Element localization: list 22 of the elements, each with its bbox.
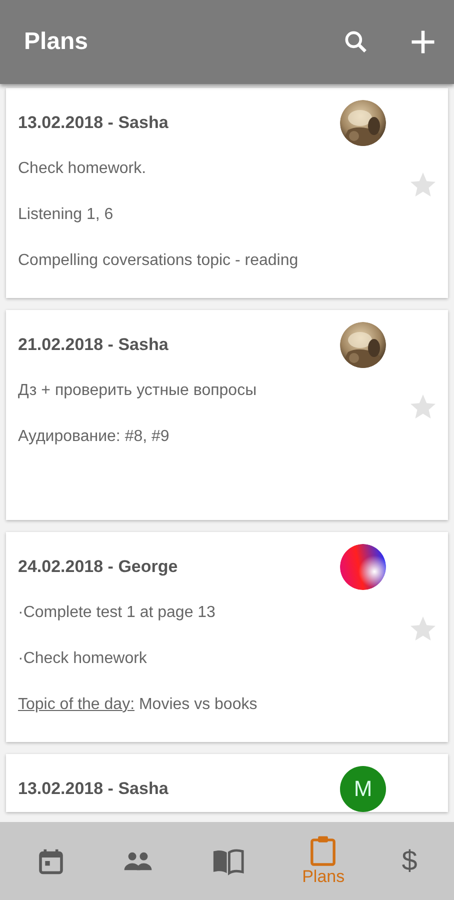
plan-card[interactable]: 21.02.2018 - Sasha Дз + проверить устные вопросы Аудирование: #8, #9 [6, 310, 448, 520]
dollar-icon: $ [402, 846, 418, 876]
plan-line: Аудирование: #8, #9 [18, 427, 170, 447]
plan-line: Topic of the day: Movies vs books [18, 695, 258, 715]
app-title: Plans [24, 28, 88, 56]
nav-tab[interactable]: $ [392, 840, 428, 882]
plan-heading: 13.02.2018 - Sasha [18, 779, 168, 799]
plan-line: Дз + проверить устные вопросы [18, 381, 257, 401]
topic-link[interactable]: Topic of the day: [18, 696, 135, 713]
clipboard-icon [308, 835, 338, 867]
plan-line: Listening 1, 6 [18, 205, 114, 225]
plan-heading: 13.02.2018 - Sasha [18, 113, 168, 133]
plan-card[interactable]: 13.02.2018 - Sasha Check homework. Listening 1, 6 Compelling coversations topic - reading [6, 88, 448, 298]
plan-line: ·Complete test 1 at page 13 [18, 603, 216, 623]
plan-line: ·Check homework [18, 649, 148, 669]
plan-heading: 21.02.2018 - Sasha [18, 335, 168, 355]
plan-heading: 24.02.2018 - George [18, 557, 178, 577]
plan-line: Compelling coversations topic - reading [18, 251, 298, 271]
plan-card[interactable]: 13.02.2018 - Sasha M [6, 754, 448, 812]
avatar-badge: M [340, 766, 386, 812]
plan-card[interactable]: 24.02.2018 - George ·Complete test 1 at page 13 ·Check homework Topic of the day: Movies vs books [6, 532, 448, 742]
plan-line: Check homework. [18, 159, 148, 179]
